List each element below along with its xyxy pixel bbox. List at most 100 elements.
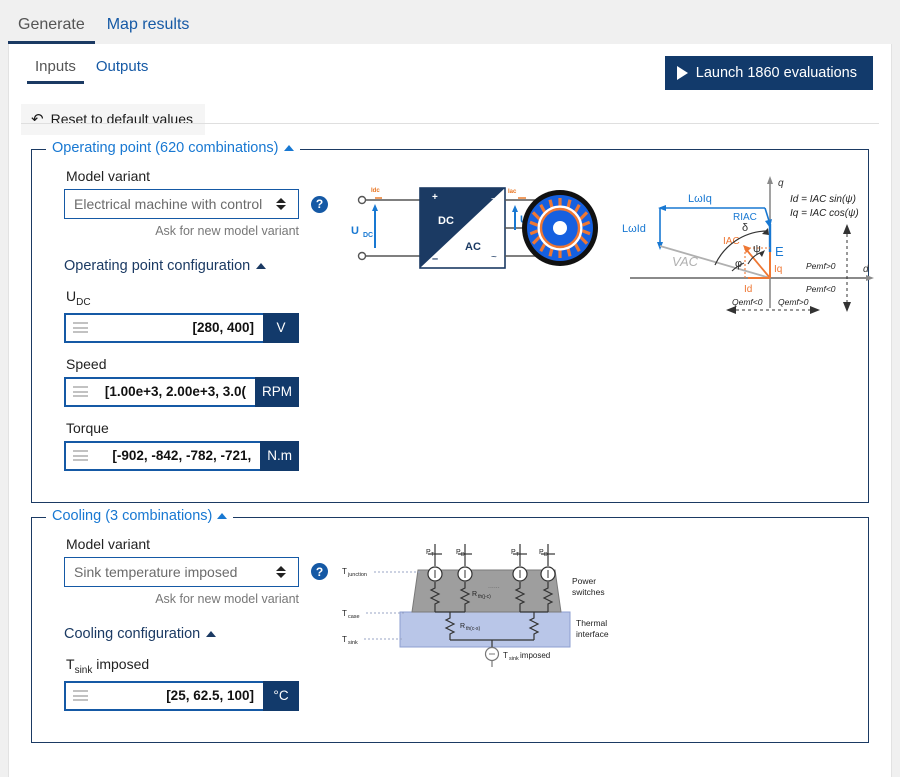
phasor-phi-label: φ: [735, 258, 742, 270]
cooling-figures: PT PD PT PD: [340, 536, 860, 724]
svg-text:sink: sink: [348, 640, 358, 646]
field-speed-value: [1.00e+3, 2.00e+3, 3.0(: [94, 384, 246, 399]
svg-text:th(j-c): th(j-c): [478, 594, 491, 600]
svg-text:~: ~: [491, 252, 497, 263]
list-menu-icon[interactable]: [73, 386, 88, 397]
field-torque-value: [-902, -842, -782, -721,: [94, 448, 251, 463]
field-speed: Speed [1.00e+3, 2.00e+3, 3.0( RPM: [64, 356, 340, 407]
field-tsink-unit: °C: [263, 681, 299, 711]
svg-text:sink: sink: [509, 656, 519, 662]
list-menu-icon[interactable]: [73, 322, 88, 333]
app-tab-bar: Generate Map results: [0, 0, 900, 44]
phasor-e-label: E: [775, 244, 784, 259]
phasor-psi-label: ψ: [753, 243, 761, 255]
phasor-pemf-neg: Pemf<0: [806, 284, 836, 294]
field-torque-label: Torque: [66, 420, 340, 436]
svg-text:interface: interface: [576, 629, 609, 639]
phasor-pemf-pos: Pemf>0: [806, 261, 836, 271]
chevron-up-icon: [256, 263, 266, 269]
reset-button-label: Reset to default values: [51, 111, 193, 127]
field-tsink: Tsink imposed [25, 62.5, 100] °C: [64, 656, 340, 711]
field-torque-input[interactable]: [-902, -842, -782, -721,: [64, 441, 260, 471]
phasor-delta-label: δ: [742, 222, 748, 234]
operating-point-form: Model variant Electrical machine with co…: [40, 168, 340, 484]
svg-text:DC: DC: [363, 232, 373, 239]
field-tsink-label-main: T: [66, 656, 75, 672]
svg-text:AC: AC: [465, 241, 481, 253]
help-icon-op[interactable]: ?: [311, 196, 328, 213]
field-torque-unit: N.m: [260, 441, 299, 471]
operating-point-configuration-toggle[interactable]: Operating point configuration: [64, 258, 340, 274]
play-icon: [677, 66, 688, 80]
reset-to-defaults-button[interactable]: ↷ Reset to default values: [21, 104, 205, 135]
phasor-iac-label: IAC: [723, 236, 740, 247]
inner-header: Inputs Outputs Launch 1860 evaluations: [9, 44, 891, 90]
section-cooling: Cooling (3 combinations) Model variant S…: [31, 517, 869, 743]
phasor-equation-1: Id = IAC sin(ψ): [790, 194, 856, 205]
svg-text:DC: DC: [438, 215, 454, 227]
section-cooling-legend[interactable]: Cooling (3 combinations): [46, 508, 233, 524]
chevron-up-icon: [206, 631, 216, 637]
chevron-up-icon: [217, 513, 227, 519]
svg-text:switches: switches: [572, 587, 605, 597]
list-menu-icon[interactable]: [73, 450, 88, 461]
phasor-lwld-label: LωId: [622, 223, 646, 235]
inner-tabs-divider: [21, 123, 879, 124]
svg-text:R: R: [472, 591, 477, 598]
operating-point-configuration-label: Operating point configuration: [64, 258, 250, 274]
phasor-id-label: Id: [744, 284, 752, 295]
tab-outputs[interactable]: Outputs: [88, 54, 157, 84]
app-tab-map-results[interactable]: Map results: [97, 9, 200, 44]
cooling-configuration-toggle[interactable]: Cooling configuration: [64, 626, 340, 642]
section-operating-point-legend[interactable]: Operating point (620 combinations): [46, 140, 300, 156]
thermal-tsink-label: T: [342, 635, 347, 644]
ask-new-model-variant-link-cooling[interactable]: Ask for new model variant: [64, 592, 299, 606]
spinner-arrows-icon: [276, 198, 290, 210]
launch-evaluations-button[interactable]: Launch 1860 evaluations: [665, 56, 873, 90]
cooling-configuration-label: Cooling configuration: [64, 626, 200, 642]
svg-text:Idc: Idc: [371, 188, 380, 194]
svg-text:case: case: [348, 614, 360, 620]
spinner-arrows-icon: [276, 566, 290, 578]
launch-button-label: Launch 1860 evaluations: [696, 65, 857, 81]
field-udc-input[interactable]: [280, 400]: [64, 313, 263, 343]
list-menu-icon[interactable]: [73, 690, 88, 701]
field-udc-label: UDC: [66, 288, 340, 308]
phasor-equation-2: Iq = IAC cos(ψ): [790, 208, 859, 219]
field-speed-unit: RPM: [255, 377, 299, 407]
help-icon-cooling[interactable]: ?: [311, 563, 328, 580]
field-torque: Torque [-902, -842, -782, -721, N.m: [64, 420, 340, 471]
cooling-form: Model variant Sink temperature imposed ?…: [40, 536, 340, 724]
field-tsink-value: [25, 62.5, 100]: [94, 688, 254, 703]
inverter-motor-diagram: Idc U DC + – DC AC ~ ~: [350, 178, 620, 298]
inner-tab-bar: Inputs Outputs: [21, 54, 156, 84]
svg-text:U: U: [351, 225, 359, 237]
field-tsink-label-suffix: imposed: [92, 656, 149, 672]
thermal-dots: ......: [488, 583, 500, 590]
svg-text:~: ~: [491, 194, 497, 205]
tab-inputs[interactable]: Inputs: [27, 54, 84, 84]
phasor-iq-label: Iq: [774, 264, 782, 275]
field-udc-unit: V: [263, 313, 299, 343]
phasor-qemf-neg: Qemf<0: [732, 297, 763, 307]
svg-text:imposed: imposed: [520, 651, 550, 660]
phasor-lwlq-label: LωIq: [688, 193, 712, 205]
ask-new-model-variant-link-op[interactable]: Ask for new model variant: [64, 224, 299, 238]
model-variant-select-op[interactable]: Electrical machine with control: [64, 189, 299, 219]
section-cooling-title: Cooling (3 combinations): [52, 508, 212, 524]
model-variant-select-cooling[interactable]: Sink temperature imposed: [64, 557, 299, 587]
field-speed-input[interactable]: [1.00e+3, 2.00e+3, 3.0(: [64, 377, 255, 407]
thermal-tjunction-label: T: [342, 567, 347, 576]
svg-text:th(c-s): th(c-s): [466, 626, 481, 632]
field-udc-label-sub: DC: [76, 297, 90, 308]
field-speed-label: Speed: [66, 356, 340, 372]
operating-point-figures: Idc U DC + – DC AC ~ ~: [340, 168, 860, 484]
svg-text:junction: junction: [347, 572, 367, 578]
phasor-q-axis-label: q: [778, 178, 784, 189]
svg-text:–: –: [432, 253, 438, 265]
field-tsink-input[interactable]: [25, 62.5, 100]: [64, 681, 263, 711]
phasor-d-axis-label: d: [863, 264, 869, 275]
svg-text:T: T: [516, 552, 519, 558]
app-tab-generate[interactable]: Generate: [8, 9, 95, 44]
svg-text:T: T: [431, 552, 434, 558]
